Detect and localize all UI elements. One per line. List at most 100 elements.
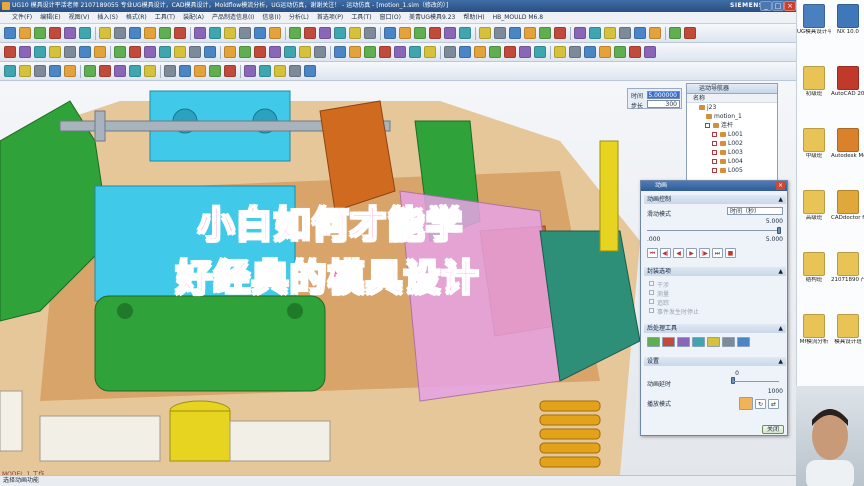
- toolbar-tool-icon[interactable]: [174, 27, 186, 39]
- toolbar-tool-icon[interactable]: [84, 65, 96, 77]
- menu-item[interactable]: 插入(S): [93, 12, 122, 24]
- toolbar-tool-icon[interactable]: [129, 27, 141, 39]
- desktop-shortcut[interactable]: Mf模流分析: [797, 314, 831, 346]
- toolbar-tool-icon[interactable]: [114, 27, 126, 39]
- toolbar-tool-icon[interactable]: [239, 27, 251, 39]
- toolbar-tool-icon[interactable]: [49, 65, 61, 77]
- toolbar-tool-icon[interactable]: [394, 46, 406, 58]
- desktop-shortcut[interactable]: CADdoctor for Autod: [831, 190, 864, 222]
- toolbar-tool-icon[interactable]: [49, 27, 61, 39]
- toolbar-tool-icon[interactable]: [589, 27, 601, 39]
- toolbar-tool-icon[interactable]: [224, 27, 236, 39]
- toolbar-tool-icon[interactable]: [534, 46, 546, 58]
- toolbar-tool-icon[interactable]: [239, 46, 251, 58]
- delay-slider-track[interactable]: [733, 381, 779, 382]
- time-field[interactable]: 5.000000: [647, 91, 680, 99]
- desktop-shortcut[interactable]: 结构班: [797, 252, 831, 284]
- toolbar-tool-icon[interactable]: [364, 27, 376, 39]
- toolbar-tool-icon[interactable]: [319, 27, 331, 39]
- toolbar-tool-icon[interactable]: [349, 27, 361, 39]
- toolbar-tool-icon[interactable]: [144, 27, 156, 39]
- visibility-checkbox[interactable]: [712, 150, 717, 155]
- toolbar-tool-icon[interactable]: [539, 27, 551, 39]
- menu-item[interactable]: 工具(T): [151, 12, 179, 24]
- toolbar-tool-icon[interactable]: [159, 27, 171, 39]
- toolbar-tool-icon[interactable]: [604, 27, 616, 39]
- menu-item[interactable]: HB_MOULD M6.8: [489, 12, 548, 24]
- play-once-icon[interactable]: [739, 397, 753, 410]
- toolbar-tool-icon[interactable]: [284, 46, 296, 58]
- toolbar-tool-icon[interactable]: [204, 46, 216, 58]
- stop-icon[interactable]: ■: [725, 248, 736, 258]
- post-tool-icon[interactable]: [722, 337, 735, 347]
- toolbar-tool-icon[interactable]: [669, 27, 681, 39]
- toolbar-tool-icon[interactable]: [254, 46, 266, 58]
- navigator-tree-item[interactable]: j23: [687, 103, 777, 112]
- section-animation-control[interactable]: 动画控制 ▲: [644, 195, 786, 204]
- post-tool-icon[interactable]: [692, 337, 705, 347]
- toolbar-tool-icon[interactable]: [554, 27, 566, 39]
- toolbar-tool-icon[interactable]: [269, 46, 281, 58]
- toolbar-tool-icon[interactable]: [49, 46, 61, 58]
- desktop-shortcut[interactable]: 模具设计班: [831, 314, 864, 346]
- maximize-button[interactable]: □: [772, 1, 784, 11]
- step-forward-icon[interactable]: |▶: [699, 248, 710, 258]
- toolbar-tool-icon[interactable]: [649, 27, 661, 39]
- toolbar-tool-icon[interactable]: [164, 65, 176, 77]
- toolbar-tool-icon[interactable]: [429, 27, 441, 39]
- menu-item[interactable]: 分析(L): [285, 12, 313, 24]
- play-backward-icon[interactable]: ◀: [673, 248, 684, 258]
- menu-item[interactable]: 文件(F): [0, 12, 36, 24]
- toolbar-tool-icon[interactable]: [289, 65, 301, 77]
- toolbar-tool-icon[interactable]: [574, 27, 586, 39]
- toolbar-tool-icon[interactable]: [644, 46, 656, 58]
- menu-item[interactable]: 装配(A): [179, 12, 208, 24]
- toolbar-tool-icon[interactable]: [684, 27, 696, 39]
- menu-item[interactable]: 帮助(H): [459, 12, 488, 24]
- toolbar-tool-icon[interactable]: [509, 27, 521, 39]
- toolbar-tool-icon[interactable]: [634, 27, 646, 39]
- toolbar-tool-icon[interactable]: [304, 27, 316, 39]
- seal-option-checkbox[interactable]: [649, 281, 654, 286]
- navigator-tree-item[interactable]: L002: [687, 139, 777, 148]
- toolbar-tool-icon[interactable]: [209, 27, 221, 39]
- loop-icon[interactable]: ↻: [755, 399, 766, 409]
- section-seal-options[interactable]: 封装选项 ▲: [644, 267, 786, 276]
- toolbar-tool-icon[interactable]: [364, 46, 376, 58]
- menu-item[interactable]: 窗口(O): [376, 12, 405, 24]
- toolbar-tool-icon[interactable]: [489, 46, 501, 58]
- toolbar-tool-icon[interactable]: [349, 46, 361, 58]
- post-tool-icon[interactable]: [662, 337, 675, 347]
- navigator-tree-item[interactable]: L004: [687, 157, 777, 166]
- toolbar-tool-icon[interactable]: [194, 27, 206, 39]
- toolbar-tool-icon[interactable]: [334, 46, 346, 58]
- close-button[interactable]: ×: [784, 1, 796, 11]
- menu-item[interactable]: 编辑(E): [36, 12, 64, 24]
- close-icon[interactable]: ×: [776, 182, 785, 190]
- desktop-shortcut[interactable]: 中级班: [797, 128, 831, 160]
- toolbar-tool-icon[interactable]: [494, 27, 506, 39]
- desktop-shortcut[interactable]: UG模具设计平活: [797, 4, 831, 36]
- toolbar-tool-icon[interactable]: [444, 46, 456, 58]
- time-slider-thumb[interactable]: [777, 227, 781, 234]
- navigator-tree-item[interactable]: L005: [687, 166, 777, 175]
- toolbar-tool-icon[interactable]: [459, 46, 471, 58]
- menu-item[interactable]: 视图(V): [65, 12, 94, 24]
- toolbar-tool-icon[interactable]: [479, 27, 491, 39]
- menu-item[interactable]: 信息(I): [258, 12, 284, 24]
- toolbar-tool-icon[interactable]: [379, 46, 391, 58]
- toolbar-tool-icon[interactable]: [19, 27, 31, 39]
- toolbar-tool-icon[interactable]: [599, 46, 611, 58]
- toolbar-tool-icon[interactable]: [614, 46, 626, 58]
- toolbar-tool-icon[interactable]: [224, 46, 236, 58]
- toolbar-tool-icon[interactable]: [289, 27, 301, 39]
- toolbar-tool-icon[interactable]: [34, 65, 46, 77]
- toolbar-tool-icon[interactable]: [444, 27, 456, 39]
- toolbar-tool-icon[interactable]: [79, 27, 91, 39]
- step-field[interactable]: 300: [647, 100, 680, 108]
- toolbar-tool-icon[interactable]: [269, 27, 281, 39]
- toolbar-tool-icon[interactable]: [554, 46, 566, 58]
- desktop-shortcut[interactable]: 21071890 产品开模班: [831, 252, 864, 284]
- toolbar-tool-icon[interactable]: [619, 27, 631, 39]
- toolbar-tool-icon[interactable]: [334, 27, 346, 39]
